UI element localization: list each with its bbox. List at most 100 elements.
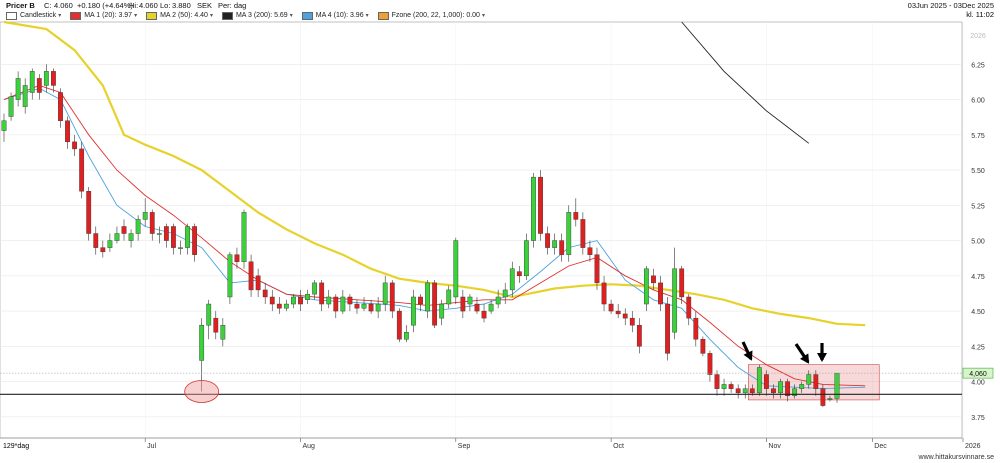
candle-down <box>100 247 106 253</box>
candle-down <box>354 303 360 309</box>
candle-up <box>156 233 162 235</box>
candle-down <box>728 384 734 389</box>
candle-up <box>643 268 649 305</box>
candle-up <box>1 120 7 131</box>
candle-down <box>149 212 155 234</box>
candle-down <box>72 141 77 150</box>
last-price-label: 4,060 <box>969 371 987 378</box>
candle-up <box>742 388 748 394</box>
candle-down <box>538 176 543 234</box>
candle-down <box>58 92 63 121</box>
y-tick-label: 5.25 <box>971 203 985 210</box>
candle-down <box>693 317 699 340</box>
candle-down <box>580 219 586 248</box>
candle-up <box>128 233 134 241</box>
candle-down <box>213 317 219 333</box>
watermark: www.hittakursvinnare.se <box>918 454 994 461</box>
candle-up <box>241 212 247 262</box>
candle-down <box>347 296 353 305</box>
candle-up <box>439 303 445 319</box>
candle-up <box>403 332 409 340</box>
candle-up <box>411 296 416 326</box>
candle-down <box>298 296 303 305</box>
candle-up <box>326 296 332 305</box>
candle-down <box>686 296 692 319</box>
candle-up <box>453 240 459 298</box>
candle-up <box>135 219 141 234</box>
candle-down <box>651 275 656 284</box>
candle-down <box>432 282 438 326</box>
candle-down <box>629 317 635 326</box>
candle-down <box>707 353 713 375</box>
candle-up <box>552 240 558 248</box>
candle-up <box>15 78 21 100</box>
candle-up <box>672 268 678 333</box>
candle-up <box>827 398 833 400</box>
candle-down <box>234 254 240 262</box>
candle-down <box>460 296 466 312</box>
y-tick-label: 3.75 <box>971 415 985 422</box>
candle-up <box>206 303 212 326</box>
candle-down <box>771 388 776 394</box>
candle-up <box>721 384 727 389</box>
candle-up <box>185 226 190 248</box>
candle-up <box>227 254 233 298</box>
candle-down <box>636 324 642 347</box>
candle-up <box>778 381 783 394</box>
candle-down <box>93 233 99 248</box>
candle-up <box>283 303 289 309</box>
y-tick-label: 6.25 <box>971 62 985 69</box>
candle-down <box>121 226 127 234</box>
x-tick-label: Dec <box>874 443 887 450</box>
candle-down <box>813 374 819 389</box>
candle-down <box>622 313 628 319</box>
candle-down <box>36 78 42 93</box>
candle-down <box>679 268 685 298</box>
candle-up <box>361 303 367 309</box>
x-tick-label: Jul <box>147 443 156 450</box>
y-tick-label: 4.25 <box>971 344 985 351</box>
candle-up <box>114 233 120 241</box>
candle-up <box>312 282 318 295</box>
range-label: 129*dag <box>3 443 30 450</box>
candle-up <box>806 374 812 385</box>
x-tick-label: Aug <box>302 443 315 450</box>
y-tick-label: 5.75 <box>971 133 985 140</box>
candle-down <box>820 388 826 406</box>
candle-up <box>107 240 113 248</box>
candle-down <box>192 226 198 255</box>
candle-up <box>43 71 49 86</box>
y-tick-label: 5.50 <box>971 168 985 175</box>
candle-down <box>163 226 169 241</box>
candle-up <box>305 293 310 301</box>
candle-down <box>749 388 755 394</box>
candle-up <box>799 384 805 389</box>
candle-up <box>178 247 183 249</box>
y-tick-label: 6.00 <box>971 98 985 105</box>
candle-up <box>488 303 494 312</box>
candle-up <box>502 289 508 298</box>
candle-down <box>262 289 268 298</box>
y-axis-top-label: 2026 <box>970 33 986 40</box>
candle-down <box>51 71 56 86</box>
candle-up <box>199 324 205 361</box>
candle-down <box>171 226 176 248</box>
x-tick-label: 2026 <box>965 443 981 450</box>
candle-up <box>220 324 226 340</box>
candle-down <box>573 212 579 220</box>
candle-up <box>566 212 572 255</box>
candle-down <box>587 247 593 255</box>
candle-up <box>375 303 381 312</box>
candle-down <box>665 303 670 354</box>
candle-up <box>495 296 501 305</box>
candle-down <box>418 296 423 305</box>
candle-up <box>446 289 452 305</box>
candle-up <box>8 96 14 117</box>
candle-down <box>396 310 402 340</box>
candle-down <box>319 282 325 305</box>
candle-down <box>368 303 374 312</box>
candle-down <box>248 261 254 291</box>
candle-down <box>269 296 275 305</box>
candle-down <box>608 303 614 312</box>
candle-up <box>531 176 536 241</box>
